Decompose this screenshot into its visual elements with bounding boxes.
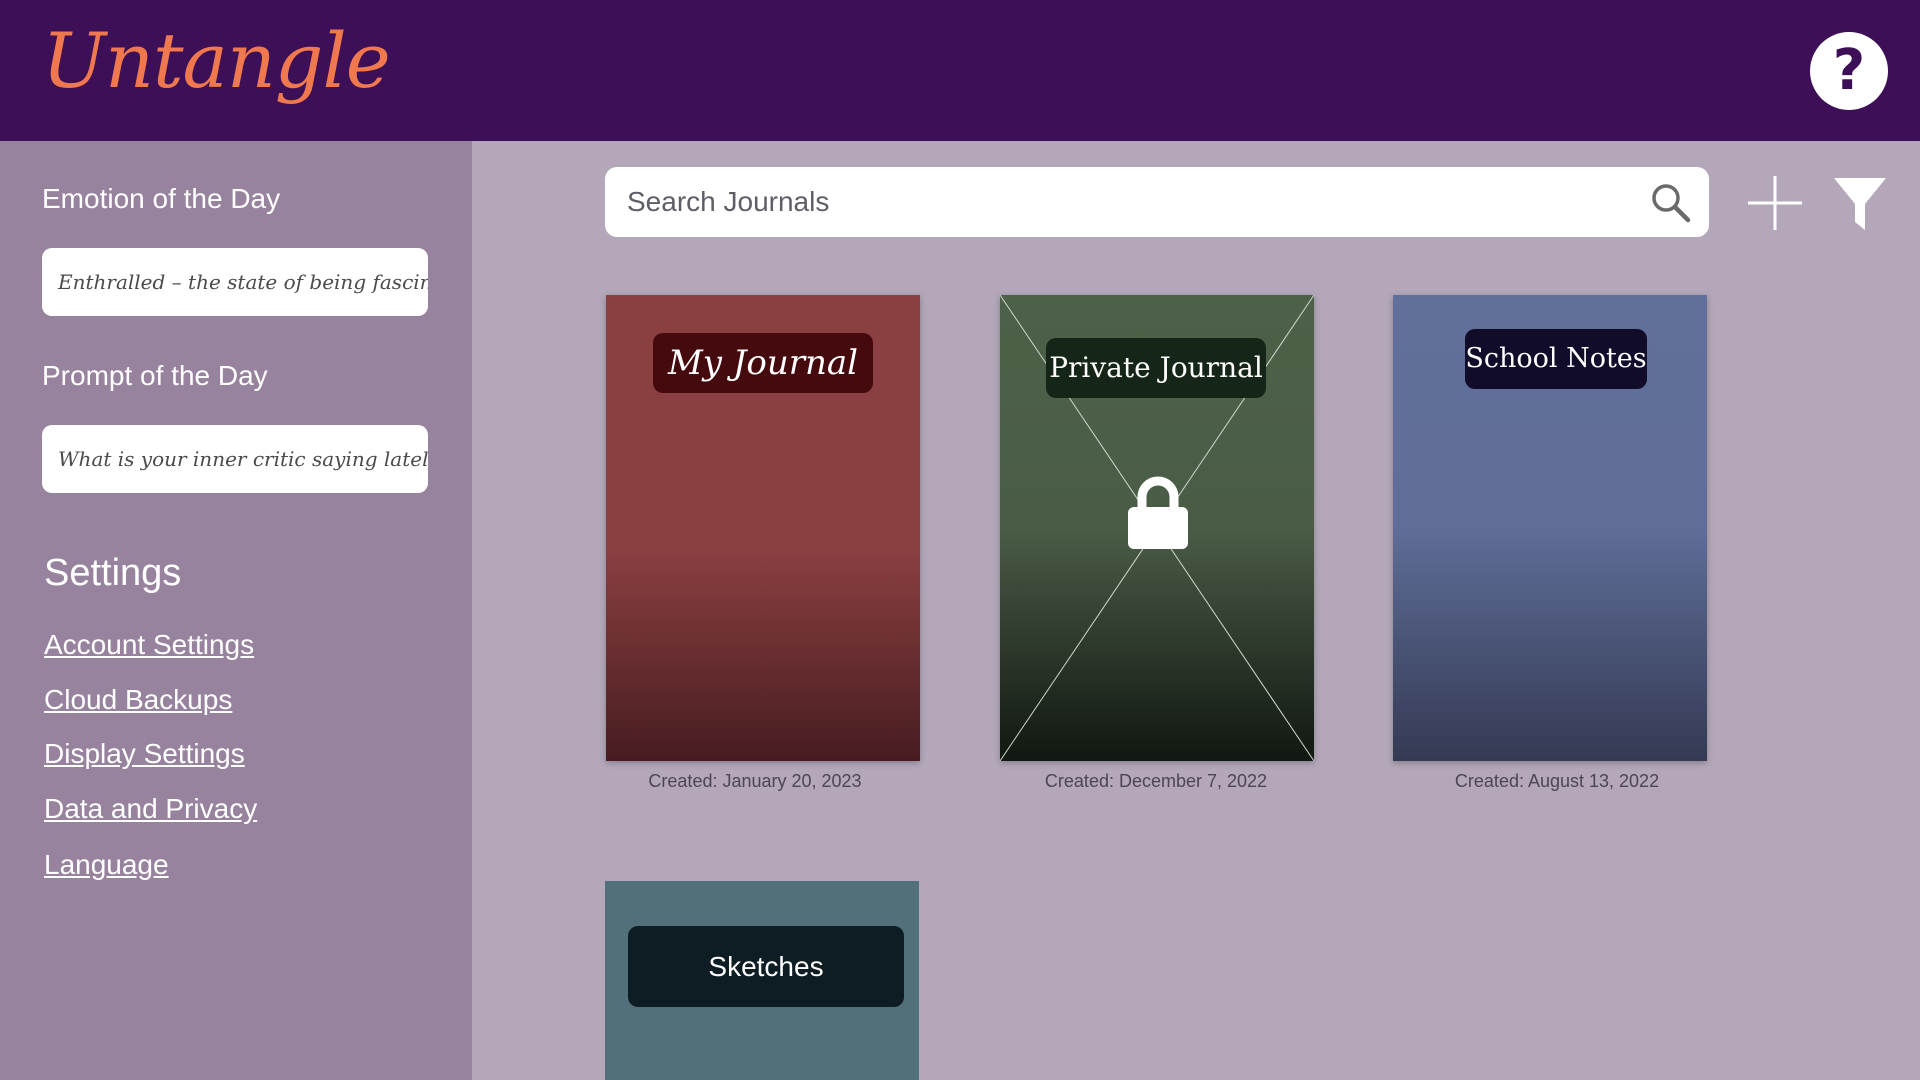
data-and-privacy-link[interactable]: Data and Privacy: [44, 793, 257, 825]
app-header: Untangle ?: [0, 0, 1920, 141]
journal-card-sketches[interactable]: Sketches: [605, 881, 919, 1080]
app-logo: Untangle: [42, 16, 391, 105]
filter-icon[interactable]: [1832, 174, 1888, 234]
settings-heading: Settings: [44, 552, 182, 594]
display-settings-link[interactable]: Display Settings: [44, 738, 245, 770]
journal-title: Private Journal: [1046, 338, 1266, 398]
journal-title: My Journal: [653, 333, 873, 393]
journal-card-private-journal[interactable]: Private Journal: [1000, 295, 1314, 761]
prompt-of-the-day-heading: Prompt of the Day: [42, 360, 268, 391]
journal-title: Sketches: [628, 926, 904, 1007]
language-link[interactable]: Language: [44, 849, 169, 881]
search-icon[interactable]: [1649, 181, 1693, 225]
emotion-of-the-day-card: Enthralled – the state of being fascinat…: [42, 248, 428, 316]
cloud-backups-link[interactable]: Cloud Backups: [44, 684, 232, 716]
lock-icon: [1128, 476, 1188, 549]
help-button[interactable]: ?: [1810, 32, 1888, 110]
journal-created-date: Created: August 13, 2022: [1454, 771, 1660, 791]
plus-icon[interactable]: [1744, 172, 1806, 234]
journal-card-my-journal[interactable]: My Journal: [606, 295, 920, 761]
search-input[interactable]: [627, 167, 1627, 237]
search-bar: [605, 167, 1709, 237]
journal-created-date: Created: January 20, 2023: [648, 771, 862, 791]
journal-created-date: Created: December 7, 2022: [1044, 771, 1268, 791]
prompt-of-the-day-card: What is your inner critic saying lately?: [42, 425, 428, 493]
journal-card-school-notes[interactable]: School Notes: [1393, 295, 1707, 761]
journal-title: School Notes: [1465, 329, 1647, 389]
sidebar: Emotion of the Day Enthralled – the stat…: [0, 141, 472, 1080]
emotion-of-the-day-heading: Emotion of the Day: [42, 183, 281, 214]
account-settings-link[interactable]: Account Settings: [44, 629, 254, 661]
